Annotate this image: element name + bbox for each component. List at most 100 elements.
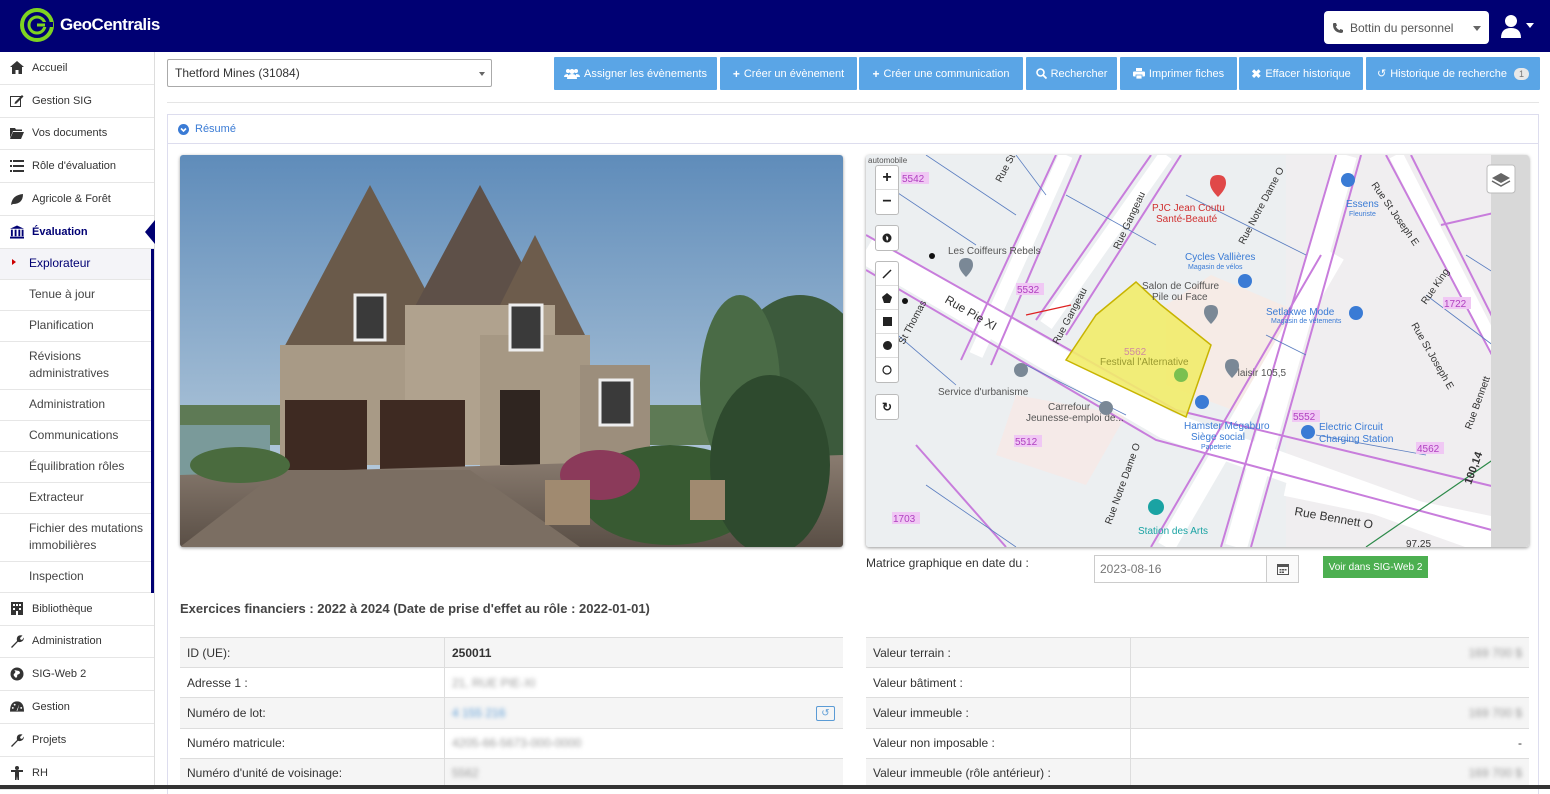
search-button[interactable]: Rechercher: [1026, 57, 1117, 90]
sidebar-item-label: Bibliothèque: [32, 602, 93, 615]
sidebar-item-administration[interactable]: Administration: [0, 626, 154, 659]
app-logo[interactable]: GeoCentralis: [20, 8, 160, 42]
zoom-out-button[interactable]: −: [876, 190, 898, 214]
map-label: Jeunesse-emploi de...: [1026, 413, 1124, 424]
create-event-button[interactable]: + Créer un évènement: [720, 57, 857, 90]
sidebar-subitem-mutations[interactable]: Fichier des mutations immobilières: [0, 514, 151, 562]
sidebar-item-gestion-sig[interactable]: Gestion SIG: [0, 85, 154, 118]
map-label: Station des Arts: [1138, 526, 1208, 537]
map-label: Cycles Vallières: [1185, 252, 1255, 263]
building-marker-icon[interactable]: [1014, 363, 1028, 377]
user-menu[interactable]: [1500, 14, 1534, 38]
field-label: Valeur terrain :: [866, 638, 1131, 668]
refresh-button[interactable]: ↻: [876, 395, 898, 419]
calendar-button[interactable]: [1266, 556, 1298, 582]
leaf-icon: [11, 193, 23, 205]
sidebar-subitem-label: Équilibration rôles: [29, 459, 125, 474]
charging-marker-icon[interactable]: [1301, 425, 1315, 439]
globe-button[interactable]: [876, 226, 898, 250]
draw-rectangle-button[interactable]: [876, 310, 898, 334]
sidebar-subitem-tenue-a-jour[interactable]: Tenue à jour: [0, 280, 151, 311]
sidebar-item-bibliotheque[interactable]: Bibliothèque: [0, 593, 154, 626]
map-label: Service d'urbanisme: [938, 387, 1029, 398]
map-label: Hamster Mégaburo: [1184, 421, 1270, 432]
sidebar-subitem-administration[interactable]: Administration: [0, 390, 151, 421]
refresh-icon: ↻: [881, 400, 893, 414]
field-value-cell: 21, RUE PIE-XI: [445, 668, 843, 697]
sidebar-subitem-label: Communications: [29, 428, 119, 443]
search-history-button[interactable]: ↺ Historique de recherche 1: [1366, 57, 1540, 90]
staff-directory-select[interactable]: Bottin du personnel: [1324, 11, 1489, 44]
lot-history-button[interactable]: ↺: [816, 706, 835, 722]
event-marker-icon[interactable]: [1174, 368, 1188, 382]
history-count-badge: 1: [1514, 67, 1530, 80]
table-row: Valeur bâtiment :: [866, 668, 1529, 699]
clear-history-button[interactable]: ✖ Effacer historique: [1239, 57, 1363, 90]
chevron-down-icon: [479, 72, 485, 76]
assign-events-button[interactable]: Assigner les évènements: [554, 57, 717, 90]
sidebar-subitem-label: Révisions administratives: [29, 349, 110, 381]
shop-marker-icon[interactable]: [1349, 306, 1363, 320]
sidebar-subitem-revisions[interactable]: Révisions administratives: [0, 342, 151, 390]
shop-marker-icon[interactable]: [1195, 395, 1209, 409]
field-value-cell: 169 700 $: [1131, 759, 1529, 788]
view-sig-web-button[interactable]: Voir dans SIG-Web 2: [1323, 556, 1428, 578]
zoom-in-button[interactable]: +: [876, 166, 898, 190]
sidebar-item-label: Projets: [32, 733, 67, 746]
zoom-controls: + −: [875, 165, 899, 215]
sidebar-item-agricole-foret[interactable]: Agricole & Forêt: [0, 183, 154, 216]
print-sheets-button[interactable]: Imprimer fiches: [1120, 57, 1237, 90]
draw-polygon-button[interactable]: [876, 286, 898, 310]
field-value: 5562: [452, 766, 479, 781]
map-label: Siège social: [1191, 432, 1245, 443]
sidebar-subitem-label: Explorateur: [29, 256, 91, 271]
sidebar-item-sig-web-2[interactable]: SIG-Web 2: [0, 658, 154, 692]
refresh-control: ↻: [875, 394, 899, 420]
geocentralis-logo-icon: [20, 8, 54, 42]
sidebar-item-label: Agricole & Forêt: [32, 193, 111, 206]
sidebar-subitem-explorateur[interactable]: Explorateur: [0, 248, 151, 280]
sidebar-item-accueil[interactable]: Accueil: [0, 52, 154, 85]
elevation-label: 97,25: [1406, 539, 1431, 547]
field-label: Adresse 1 :: [180, 668, 445, 698]
sidebar-item-documents[interactable]: Vos documents: [0, 118, 154, 151]
field-value-cell: [1131, 668, 1529, 697]
fiscal-years-title: Exercices financiers : 2022 à 2024 (Date…: [180, 601, 650, 616]
sidebar-subitem-communications[interactable]: Communications: [0, 421, 151, 452]
create-communication-button[interactable]: + Créer une communication: [859, 57, 1023, 90]
building-marker-icon[interactable]: [1099, 401, 1113, 415]
sidebar-subitem-equilibration[interactable]: Équilibration rôles: [0, 452, 151, 483]
property-map[interactable]: Cycles Vallières Magasin de vélos Setlak…: [866, 155, 1529, 547]
sidebar-item-evaluation[interactable]: Évaluation: [0, 216, 155, 249]
map-label: Electric Circuit: [1319, 422, 1383, 433]
chevron-circle-down-icon: [178, 123, 189, 135]
sidebar-subitem-extracteur[interactable]: Extracteur: [0, 483, 151, 514]
summary-header[interactable]: Résumé: [168, 115, 1538, 144]
line-icon: [882, 268, 892, 279]
sidebar-item-label: Administration: [32, 635, 102, 648]
matrix-date-input[interactable]: 2023-08-16: [1094, 555, 1299, 583]
municipality-select[interactable]: Thetford Mines (31084): [167, 59, 492, 87]
arts-marker-icon[interactable]: [1148, 499, 1164, 515]
shop-marker-icon[interactable]: [1341, 173, 1355, 187]
parcel-label: 5532: [1017, 285, 1040, 296]
shop-marker-icon[interactable]: [1238, 274, 1252, 288]
sidebar-subitem-inspection[interactable]: Inspection: [0, 562, 151, 593]
sidebar-item-projets[interactable]: Projets: [0, 724, 154, 757]
sidebar-subitem-planification[interactable]: Planification: [0, 311, 151, 342]
field-label: Numéro de lot:: [180, 698, 445, 728]
sidebar-item-gestion[interactable]: Gestion: [0, 691, 154, 724]
button-label: Imprimer fiches: [1148, 67, 1225, 80]
globe-icon: [882, 233, 892, 243]
draw-line-button[interactable]: [876, 262, 898, 286]
sidebar-item-label: SIG-Web 2: [32, 668, 87, 681]
square-icon: [882, 317, 892, 326]
draw-circle-button[interactable]: [876, 334, 898, 358]
sidebar-item-role-evaluation[interactable]: Rôle d'évaluation: [0, 150, 154, 184]
draw-circlemarker-button[interactable]: [876, 358, 898, 382]
top-bar: GeoCentralis Bottin du personnel: [0, 0, 1550, 52]
property-info-table: ID (UE): 250011 Adresse 1 : 21, RUE PIE-…: [180, 637, 843, 789]
field-label: Numéro d'unité de voisinage:: [180, 758, 445, 788]
lot-number-link[interactable]: 4 155 216: [452, 706, 505, 720]
summary-panel: Résumé Cycles Vallières Magasin de vélos…: [167, 114, 1539, 794]
